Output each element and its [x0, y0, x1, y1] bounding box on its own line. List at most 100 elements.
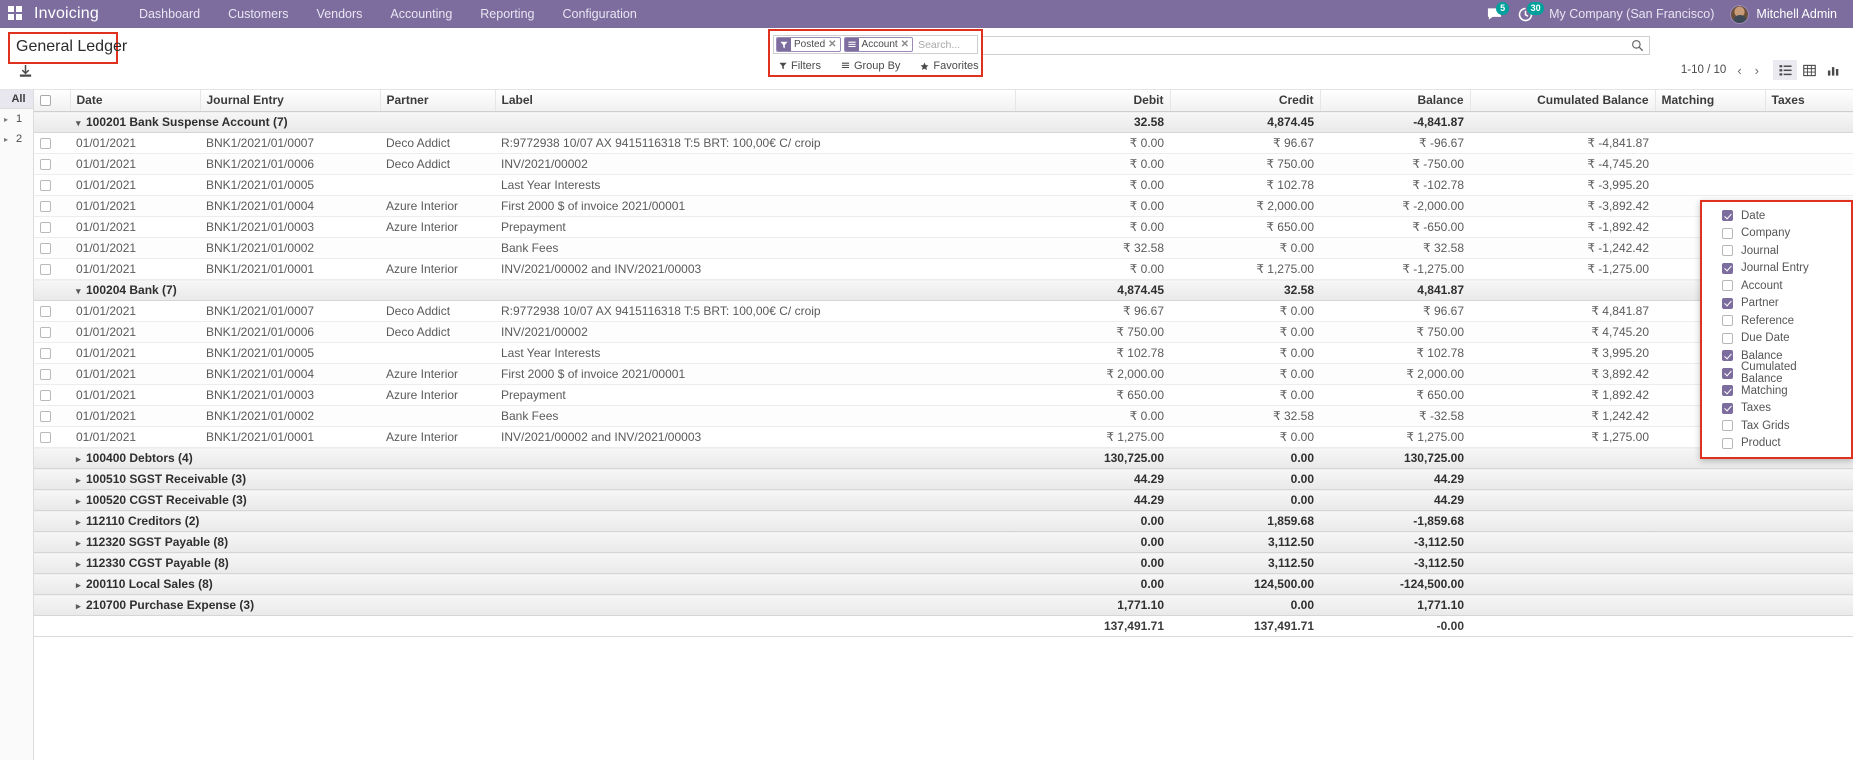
group-row[interactable]: ▸ 100400 Debtors (4) 130,725.00 0.00 130,725…: [34, 447, 1853, 469]
optional-column-item-taxes[interactable]: Taxes: [1702, 400, 1851, 418]
menu-item-configuration[interactable]: Configuration: [548, 1, 650, 27]
row-checkbox[interactable]: [40, 222, 51, 234]
checkbox-unchecked-icon[interactable]: [1722, 437, 1733, 449]
messages-button[interactable]: 5: [1487, 2, 1510, 21]
col-header-cumulated-balance[interactable]: Cumulated Balance: [1470, 90, 1656, 112]
menu-item-reporting[interactable]: Reporting: [466, 1, 548, 27]
row-checkbox[interactable]: [40, 159, 51, 171]
col-header-matching[interactable]: Matching: [1655, 90, 1766, 112]
rail-item-1[interactable]: ▸ 1: [0, 109, 33, 129]
optional-column-item-due-date[interactable]: Due Date: [1702, 330, 1851, 348]
company-switcher[interactable]: My Company (San Francisco): [1549, 7, 1714, 21]
group-row[interactable]: ▸ 200110 Local Sales (8) 0.00 124,500.00 -12…: [34, 573, 1853, 595]
search-facet-account[interactable]: Account ✕: [843, 37, 914, 52]
optional-column-item-partner[interactable]: Partner: [1702, 295, 1851, 313]
row-checkbox[interactable]: [40, 411, 51, 423]
app-brand-title[interactable]: Invoicing: [34, 5, 99, 23]
table-row[interactable]: 01/01/2021 BNK1/2021/01/0006 Deco Addict IN…: [34, 321, 1853, 343]
table-row[interactable]: 01/01/2021 BNK1/2021/01/0005 Last Year Int…: [34, 342, 1853, 364]
checkbox-checked-icon[interactable]: [1722, 297, 1733, 309]
optional-column-item-tax-grids[interactable]: Tax Grids: [1702, 417, 1851, 435]
checkbox-unchecked-icon[interactable]: [1722, 245, 1733, 257]
optional-column-item-date[interactable]: Date: [1702, 207, 1851, 225]
rail-item-all[interactable]: All: [0, 90, 33, 109]
row-checkbox[interactable]: [40, 327, 51, 339]
optional-column-item-product[interactable]: Product: [1702, 435, 1851, 453]
group-row[interactable]: ▸ 210700 Purchase Expense (3) 1,771.10 0.00…: [34, 594, 1853, 616]
remove-facet-account-icon[interactable]: ✕: [901, 39, 912, 50]
table-row[interactable]: 01/01/2021 BNK1/2021/01/0003 Azure Interio…: [34, 384, 1853, 406]
optional-column-item-journal-entry[interactable]: Journal Entry: [1702, 260, 1851, 278]
pivot-view-button[interactable]: [1797, 60, 1821, 80]
checkbox-checked-icon[interactable]: [1722, 385, 1733, 397]
search-bar-extension[interactable]: [983, 36, 1650, 55]
list-view-button[interactable]: [1773, 60, 1797, 80]
row-checkbox[interactable]: [40, 264, 51, 276]
menu-item-dashboard[interactable]: Dashboard: [125, 1, 214, 27]
table-row[interactable]: 01/01/2021 BNK1/2021/01/0004 Azure Interio…: [34, 195, 1853, 217]
table-row[interactable]: 01/01/2021 BNK1/2021/01/0006 Deco Addict IN…: [34, 153, 1853, 175]
checkbox-checked-icon[interactable]: [1722, 350, 1733, 362]
group-row[interactable]: ▸ 112330 CGST Payable (8) 0.00 3,112.50 -3,1…: [34, 552, 1853, 574]
group-row[interactable]: ▸ 112320 SGST Payable (8) 0.00 3,112.50 -3,1…: [34, 531, 1853, 553]
pager-next-icon[interactable]: ›: [1753, 64, 1761, 77]
download-icon[interactable]: [18, 64, 33, 82]
row-checkbox[interactable]: [40, 180, 51, 192]
row-checkbox[interactable]: [40, 390, 51, 402]
checkbox-unchecked-icon[interactable]: [1722, 227, 1733, 239]
apps-grid-icon[interactable]: [8, 6, 24, 22]
optional-column-item-company[interactable]: Company: [1702, 225, 1851, 243]
table-row[interactable]: 01/01/2021 BNK1/2021/01/0005 Last Year Int…: [34, 174, 1853, 196]
pager-prev-icon[interactable]: ‹: [1735, 64, 1743, 77]
row-checkbox[interactable]: [40, 432, 51, 444]
activities-button[interactable]: 30: [1518, 1, 1545, 22]
col-header-journal-entry[interactable]: Journal Entry: [200, 90, 381, 112]
row-checkbox[interactable]: [40, 243, 51, 255]
checkbox-unchecked-icon[interactable]: [1722, 280, 1733, 292]
group-row[interactable]: ▾ 100201 Bank Suspense Account (7) 32.58 4,…: [34, 111, 1853, 133]
optional-column-item-reference[interactable]: Reference: [1702, 312, 1851, 330]
search-input[interactable]: Posted ✕ Account ✕ Search...: [773, 35, 978, 54]
menu-item-customers[interactable]: Customers: [214, 1, 302, 27]
table-row[interactable]: 01/01/2021 BNK1/2021/01/0001 Azure Interio…: [34, 426, 1853, 448]
table-row[interactable]: 01/01/2021 BNK1/2021/01/0002 Bank Fees ₹ 32…: [34, 237, 1853, 259]
col-header-balance[interactable]: Balance: [1320, 90, 1471, 112]
row-checkbox[interactable]: [40, 369, 51, 381]
col-header-credit[interactable]: Credit: [1170, 90, 1321, 112]
filters-button[interactable]: Filters: [779, 60, 821, 72]
table-row[interactable]: 01/01/2021 BNK1/2021/01/0003 Azure Interio…: [34, 216, 1853, 238]
col-header-label[interactable]: Label: [495, 90, 1016, 112]
group-row[interactable]: ▸ 100520 CGST Receivable (3) 44.29 0.00 44.2…: [34, 489, 1853, 511]
checkbox-checked-icon[interactable]: [1722, 367, 1733, 379]
checkbox-checked-icon[interactable]: [1722, 262, 1733, 274]
graph-view-button[interactable]: [1821, 60, 1845, 80]
col-header-partner[interactable]: Partner: [380, 90, 496, 112]
table-row[interactable]: 01/01/2021 BNK1/2021/01/0007 Deco Addict R:…: [34, 300, 1853, 322]
user-menu[interactable]: Mitchell Admin: [1730, 4, 1837, 24]
favorites-button[interactable]: Favorites: [920, 60, 979, 72]
row-checkbox[interactable]: [40, 201, 51, 213]
checkbox-checked-icon[interactable]: [1722, 210, 1733, 222]
optional-column-item-account[interactable]: Account: [1702, 277, 1851, 295]
remove-facet-posted-icon[interactable]: ✕: [828, 39, 839, 50]
col-header-debit[interactable]: Debit: [1015, 90, 1171, 112]
table-row[interactable]: 01/01/2021 BNK1/2021/01/0007 Deco Addict R:…: [34, 132, 1853, 154]
row-checkbox[interactable]: [40, 306, 51, 318]
select-all-checkbox[interactable]: [40, 95, 51, 107]
checkbox-unchecked-icon[interactable]: [1722, 332, 1733, 344]
group-by-button[interactable]: Group By: [841, 60, 900, 72]
table-row[interactable]: 01/01/2021 BNK1/2021/01/0002 Bank Fees ₹ 0.…: [34, 405, 1853, 427]
checkbox-unchecked-icon[interactable]: [1722, 315, 1733, 327]
table-row[interactable]: 01/01/2021 BNK1/2021/01/0001 Azure Interio…: [34, 258, 1853, 280]
optional-column-item-cumulated-balance[interactable]: Cumulated Balance: [1702, 361, 1851, 385]
group-row[interactable]: ▾ 100204 Bank (7) 4,874.45 32.58 4,841.87: [34, 279, 1853, 301]
optional-column-item-journal[interactable]: Journal: [1702, 242, 1851, 260]
group-row[interactable]: ▸ 100510 SGST Receivable (3) 44.29 0.00 44.2…: [34, 468, 1853, 490]
checkbox-unchecked-icon[interactable]: [1722, 420, 1733, 432]
row-checkbox[interactable]: [40, 348, 51, 360]
row-checkbox[interactable]: [40, 138, 51, 150]
search-facet-posted[interactable]: Posted ✕: [776, 37, 841, 52]
rail-item-2[interactable]: ▸ 2: [0, 129, 33, 149]
menu-item-accounting[interactable]: Accounting: [376, 1, 466, 27]
menu-item-vendors[interactable]: Vendors: [303, 1, 377, 27]
